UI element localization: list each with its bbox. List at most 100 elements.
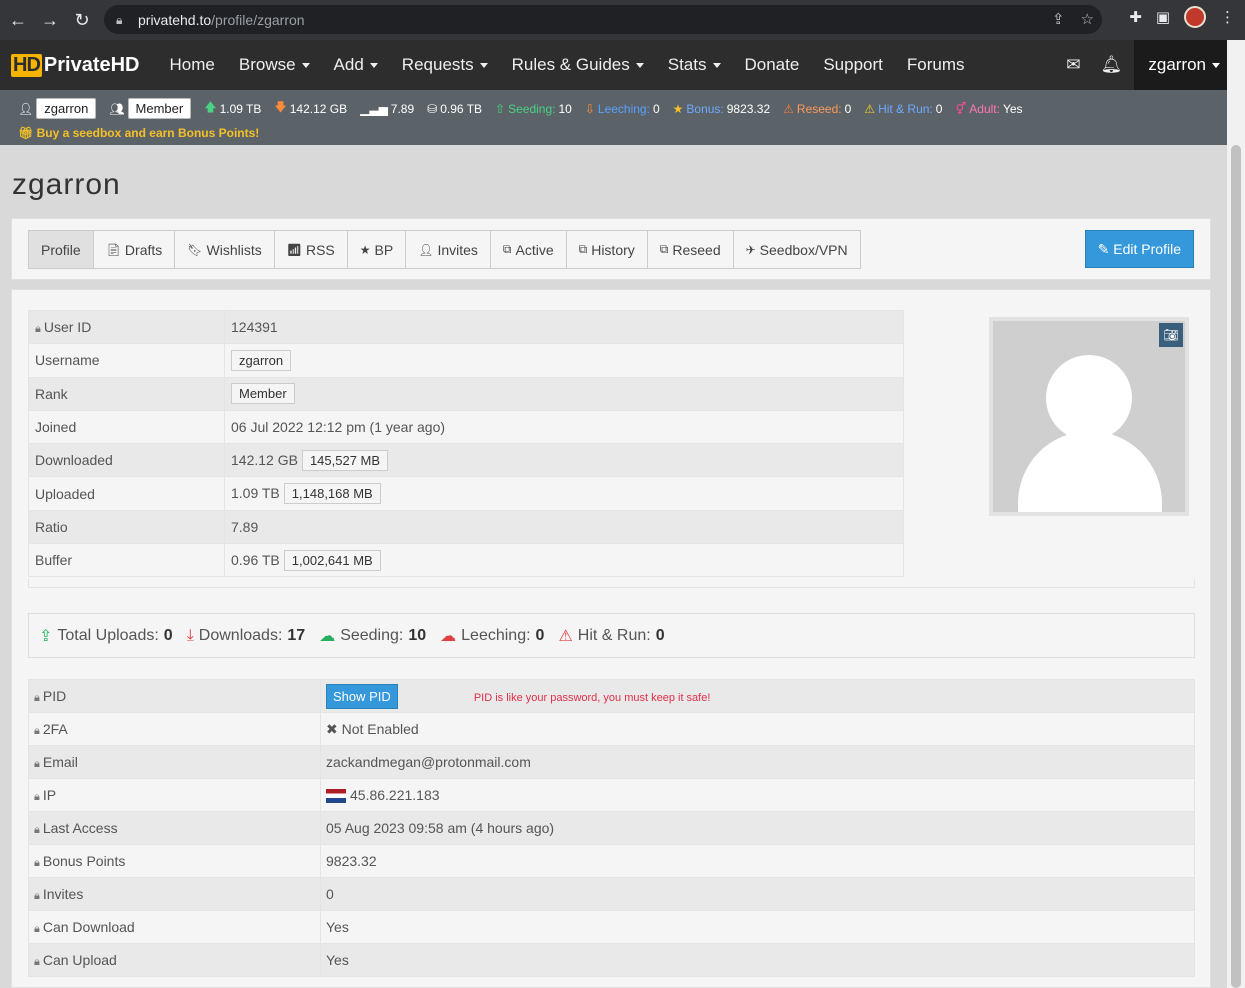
- profile-info-table: 🔒︎ User ID 124391 Username zgarron Rank M…: [28, 309, 904, 578]
- side-panel-icon[interactable]: ▣: [1156, 8, 1170, 26]
- tab-bp[interactable]: ★ BP: [347, 231, 407, 268]
- nav-item-requests[interactable]: Requests: [390, 55, 500, 75]
- star-icon: ★: [672, 101, 684, 116]
- stat-bonus-link[interactable]: ★ Bonus: 9823.32: [673, 102, 771, 116]
- tab-rss[interactable]: 📶︎ RSS: [274, 231, 348, 268]
- forward-icon[interactable]: →: [34, 4, 66, 36]
- tab-label: Invites: [437, 241, 478, 258]
- nav-item-donate[interactable]: Donate: [733, 55, 812, 75]
- tab-profile[interactable]: Profile: [29, 231, 94, 268]
- upload-icon: ⇪: [39, 627, 53, 645]
- profile-avatar-icon[interactable]: [1184, 6, 1206, 28]
- chevron-down-icon: [301, 62, 310, 68]
- mail-icon[interactable]: ✉: [1054, 55, 1092, 75]
- summary-leeching[interactable]: ☁ Leeching: 0: [440, 626, 544, 646]
- tab-history[interactable]: ⧉ History: [566, 231, 648, 268]
- tab-wishlists[interactable]: 🔖︎ Wishlists: [175, 231, 275, 268]
- nav-item-add[interactable]: Add: [322, 55, 390, 75]
- stat-seeding-link[interactable]: ⇧ Seeding: 10: [495, 102, 572, 116]
- site-logo[interactable]: HD PrivateHD: [11, 53, 140, 77]
- stat-downloaded: 142.12 GB: [289, 101, 348, 116]
- ratio-icon: ▁▃▅: [360, 101, 388, 116]
- nav-item-forums[interactable]: Forums: [895, 55, 977, 75]
- bookmark-star-icon[interactable]: ☆: [1081, 10, 1094, 28]
- lock-icon: 🔒︎: [34, 823, 40, 836]
- stat-reseed-link[interactable]: ⚠ Reseed: 0: [783, 102, 851, 116]
- summary-downloads[interactable]: ⤓ Downloads: 17: [187, 627, 305, 645]
- stat-adult-link[interactable]: ⚥ Adult: Yes: [955, 102, 1022, 116]
- edit-icon: ✎: [1097, 240, 1110, 257]
- tab-label: Profile: [41, 241, 81, 258]
- twofa-status[interactable]: Not Enabled: [342, 721, 419, 737]
- table-row: 🔒︎ User ID 124391: [28, 309, 904, 345]
- table-row: Username zgarron: [28, 343, 904, 378]
- rank-badge: Member: [231, 383, 295, 405]
- copy-icon: ⧉: [502, 242, 512, 256]
- seeding-icon: ⇧: [495, 101, 506, 116]
- table-row: Buffer 0.96 TB 1,002,641 MB: [28, 543, 904, 578]
- tab-seedbox-vpn[interactable]: ✈ Seedbox/VPN: [733, 231, 860, 268]
- user-icon: 👤︎: [418, 242, 434, 257]
- tab-active[interactable]: ⧉ Active: [490, 231, 567, 268]
- nav-item-stats[interactable]: Stats: [656, 55, 733, 75]
- copy-icon: ⧉: [659, 242, 669, 256]
- show-pid-button[interactable]: Show PID: [326, 683, 398, 709]
- bookmark-icon: 🔖︎: [187, 242, 203, 257]
- edit-profile-button[interactable]: ✎ Edit Profile: [1084, 230, 1194, 268]
- browser-toolbar: ← → ↻ 🔒︎ privatehd.to/profile/zgarron ⇪ …: [0, 0, 1245, 40]
- nav-item-support[interactable]: Support: [811, 55, 895, 75]
- rank-badge: Member: [127, 98, 192, 119]
- avatar-body: [1018, 431, 1162, 512]
- seedbox-promo-link[interactable]: 🎁︎ Buy a seedbox and earn Bonus Points!: [18, 126, 259, 140]
- nav-item-label: Rules & Guides: [511, 55, 630, 74]
- buffer-value: 0.96 TB: [231, 551, 280, 568]
- share-icon[interactable]: ⇪: [1052, 10, 1065, 28]
- tab-label: Active: [515, 241, 554, 258]
- site-header: HD PrivateHD Home Browse Add Requests Rules &…: [0, 40, 1234, 90]
- reload-icon[interactable]: ↻: [66, 4, 98, 36]
- cloud-upload-icon: ☁: [319, 627, 336, 645]
- tab-label: Reseed: [672, 241, 721, 258]
- page-scrollbar[interactable]: [1227, 40, 1245, 988]
- address-url[interactable]: privatehd.to/profile/zgarron: [138, 12, 305, 28]
- ratio-value: 7.89: [224, 509, 904, 545]
- table-row: 🔒︎ Last Access 05 Aug 2023 09:58 am (4 ho…: [28, 811, 1195, 845]
- tab-label: Wishlists: [206, 241, 262, 258]
- ip-value: 45.86.221.183: [350, 786, 440, 803]
- tab-invites[interactable]: 👤︎ Invites: [406, 231, 491, 268]
- table-row: 🔒︎ Email zackandmegan@protonmail.com: [28, 745, 1195, 779]
- nav-item-browse[interactable]: Browse: [227, 55, 322, 75]
- avatar: 📷︎: [989, 317, 1189, 516]
- back-icon[interactable]: ←: [2, 4, 34, 36]
- summary-seeding[interactable]: ☁ Seeding: 10: [319, 626, 426, 646]
- tab-reseed[interactable]: ⧉ Reseed: [647, 231, 734, 268]
- star-icon: ★: [359, 242, 371, 257]
- stat-hnr-link[interactable]: ⚠ Hit & Run: 0: [864, 102, 942, 116]
- upload-arrow-icon: 🡅: [204, 100, 217, 114]
- lock-icon: 🔒︎: [35, 322, 41, 335]
- camera-icon[interactable]: 📷︎: [1159, 323, 1183, 347]
- stat-leeching-link[interactable]: ⇩ Leeching: 0: [585, 102, 660, 116]
- bell-icon[interactable]: 🔔︎: [1092, 55, 1130, 75]
- username-badge[interactable]: zgarron: [231, 349, 292, 371]
- menu-icon[interactable]: ⋮: [1220, 8, 1235, 26]
- leeching-icon: ⇩: [584, 101, 595, 116]
- table-row: 🔒︎ Can Upload Yes: [28, 943, 1195, 977]
- table-row: 🔒︎ PID Show PID PID is like your password,…: [28, 679, 1195, 713]
- nav-item-rules-guides[interactable]: Rules & Guides: [500, 55, 656, 75]
- download-icon: ⤓: [186, 626, 194, 644]
- username-link[interactable]: zgarron: [36, 98, 97, 119]
- user-icon: 👤︎: [18, 101, 34, 116]
- nav-item-label: Add: [333, 55, 364, 74]
- nav-item-home[interactable]: Home: [158, 55, 227, 75]
- extensions-icon[interactable]: ✚: [1129, 8, 1142, 26]
- table-row: 🔒︎ IP 45.86.221.183: [28, 778, 1195, 812]
- address-bar[interactable]: 🔒︎ privatehd.to/profile/zgarron ⇪ ☆: [104, 5, 1102, 34]
- summary-hnr[interactable]: ⚠ Hit & Run: 0: [558, 626, 664, 646]
- chevron-down-icon: [369, 62, 378, 68]
- summary-total-uploads[interactable]: ⇪ Total Uploads: 0: [39, 626, 173, 646]
- user-menu-button[interactable]: zgarron: [1134, 40, 1234, 90]
- scrollbar-thumb[interactable]: [1231, 145, 1241, 988]
- tab-drafts[interactable]: 📄︎ Drafts: [93, 231, 176, 268]
- lock-icon: 🔒︎: [34, 955, 40, 968]
